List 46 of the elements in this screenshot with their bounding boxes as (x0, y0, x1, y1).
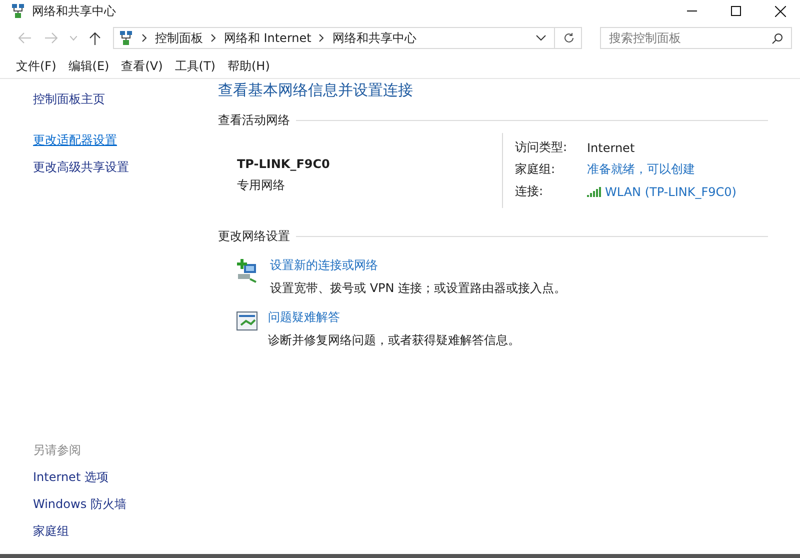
menu-item[interactable]: 文件(F) (16, 58, 56, 74)
section-title: 查看活动网络 (218, 112, 290, 129)
task-description: 诊断并修复网络问题，或者获得疑难解答信息。 (268, 332, 520, 349)
sidebar-link[interactable]: Internet 选项 (33, 469, 185, 486)
maximize-icon[interactable] (731, 6, 741, 16)
breadcrumb[interactable]: 控制面板 (154, 30, 203, 46)
breadcrumb[interactable]: 网络和共享中心 (332, 30, 416, 46)
address-bar[interactable]: 控制面板 网络和 Internet 网络和共享中心 (112, 27, 582, 49)
task-link[interactable]: 问题疑难解答 (268, 309, 520, 326)
network-icon (10, 3, 26, 19)
network-name: TP-LINK_F9C0 (237, 157, 331, 171)
refresh-icon[interactable] (562, 32, 575, 44)
close-icon[interactable] (775, 6, 786, 16)
network-category: 专用网络 (237, 177, 286, 194)
detail-label: 访问类型: (515, 139, 568, 156)
task-link[interactable]: 设置新的连接或网络 (270, 257, 566, 274)
search-icon (772, 33, 783, 44)
menu-item[interactable]: 查看(V) (121, 58, 163, 74)
chevron-icon (210, 34, 216, 42)
connection-link[interactable]: WLAN (TP-LINK_F9C0) (605, 184, 736, 198)
signal-icon (587, 186, 601, 196)
menu-item[interactable]: 帮助(H) (228, 58, 270, 74)
sidebar-link[interactable]: 家庭组 (33, 523, 185, 540)
window-title: 网络和共享中心 (32, 2, 116, 20)
page-heading: 查看基本网络信息并设置连接 (218, 81, 414, 100)
dropdown-caret-icon[interactable] (536, 35, 546, 41)
up-arrow-icon[interactable] (88, 31, 101, 45)
sidebar-link[interactable]: 更改适配器设置 (33, 132, 185, 149)
troubleshoot-icon (236, 311, 258, 331)
section-title: 更改网络设置 (218, 228, 290, 245)
see-also-heading: 另请参阅 (33, 442, 82, 459)
sidebar-link[interactable]: Windows 防火墙 (33, 496, 185, 513)
detail-label: 连接: (515, 183, 544, 200)
chevron-icon (319, 34, 324, 42)
sidebar-link[interactable]: 更改高级共享设置 (33, 159, 185, 176)
homegroup-link[interactable]: 准备就绪，可以创建 (587, 161, 695, 178)
breadcrumb[interactable]: 网络和 Internet (224, 30, 312, 46)
detail-label: 家庭组: (515, 161, 556, 178)
network-icon (118, 30, 134, 46)
menu-item[interactable]: 编辑(E) (68, 58, 110, 74)
search-field[interactable]: 搜索控制面板 (600, 27, 792, 49)
chevron-icon (142, 34, 147, 42)
sidebar-link[interactable]: 控制面板主页 (33, 91, 185, 108)
detail-value: Internet (587, 140, 635, 156)
task-description: 设置宽带、拨号或 VPN 连接；或设置路由器或接入点。 (270, 280, 566, 297)
menu-item[interactable]: 工具(T) (174, 58, 216, 74)
